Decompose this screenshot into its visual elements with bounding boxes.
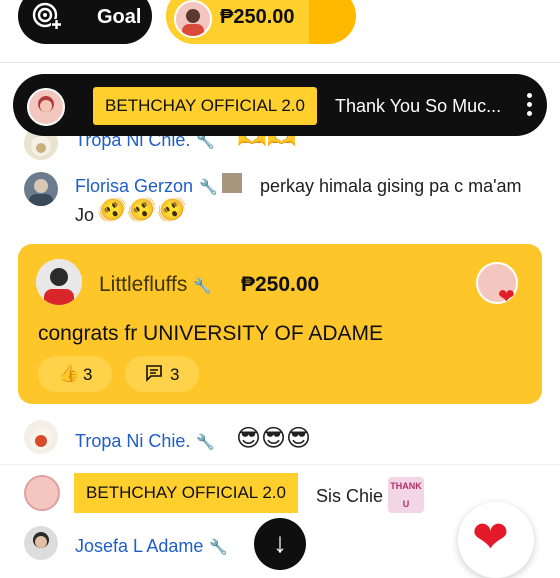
goal-add-icon: [32, 2, 62, 30]
heart-icon: ❤: [472, 513, 509, 562]
super-chat-card[interactable]: Littlefluffs 🔧 ₱250.00 ❤ congrats fr UNIV…: [18, 244, 542, 404]
send-heart-button[interactable]: ❤: [458, 502, 534, 578]
reply-button[interactable]: 3: [125, 356, 199, 392]
avatar: [174, 0, 212, 38]
reply-count: 3: [170, 365, 180, 384]
arrow-down-icon: ↓: [273, 527, 287, 558]
super-chat-author[interactable]: Littlefluffs 🔧: [99, 273, 212, 297]
wrench-icon: 🔧: [209, 539, 229, 556]
super-chat-message: congrats fr UNIVERSITY OF ADAME: [38, 322, 384, 345]
avatar: [24, 475, 60, 511]
thank-you-sticker: THANK U: [388, 477, 424, 513]
avatar: [27, 88, 65, 126]
pinned-message-banner[interactable]: BETHCHAY OFFICIAL 2.0 Thank You So Muc..…: [13, 74, 547, 136]
chat-message: 😎😎😎: [236, 425, 312, 452]
scroll-down-button[interactable]: ↓: [254, 518, 306, 570]
chat-author[interactable]: Florisa Gerzon 🔧: [75, 176, 218, 197]
wrench-icon: 🔧: [199, 179, 218, 196]
like-button[interactable]: 👍 3: [38, 356, 112, 392]
pinned-message-text: Thank You So Muc...: [335, 96, 502, 116]
goal-amount-chip[interactable]: ₱250.00: [166, 0, 356, 44]
goal-amount: ₱250.00: [220, 6, 295, 28]
avatar: [24, 420, 58, 454]
goal-button[interactable]: Goal: [18, 0, 152, 44]
chat-message: perkay himala gising pa c ma'am: [260, 176, 522, 196]
chat-author[interactable]: Tropa Ni Chie. 🔧: [75, 431, 215, 452]
chat-message-continued: Jo: [75, 205, 95, 225]
like-count: 3: [83, 365, 93, 384]
chat-author-badge[interactable]: BETHCHAY OFFICIAL 2.0: [74, 473, 298, 513]
list-item: Florisa Gerzon 🔧 perkay himala gising pa …: [0, 168, 560, 238]
chat-author[interactable]: Josefa L Adame 🔧: [75, 536, 228, 557]
top-bar: Goal ₱250.00: [0, 0, 560, 63]
chat-message: Sis Chie: [316, 486, 384, 506]
thumbs-up-icon: 👍: [58, 364, 80, 383]
goal-label: Goal: [97, 6, 142, 28]
list-item: Tropa Ni Chie. 🔧 😎😎😎: [0, 418, 560, 462]
chat-emojis: 🫨🫨🫨: [97, 197, 187, 224]
avatar: [24, 526, 58, 560]
comment-icon: [145, 364, 163, 387]
heart-icon: ❤: [498, 286, 515, 308]
more-vertical-icon[interactable]: [525, 90, 533, 120]
avatar: [36, 259, 82, 305]
pinned-author-badge: BETHCHAY OFFICIAL 2.0: [93, 87, 317, 125]
wrench-icon: 🔧: [196, 434, 216, 451]
wrench-icon: 🔧: [193, 278, 213, 295]
avatar: [24, 172, 58, 206]
member-badge-icon: [222, 173, 242, 193]
super-chat-amount: ₱250.00: [241, 273, 320, 296]
